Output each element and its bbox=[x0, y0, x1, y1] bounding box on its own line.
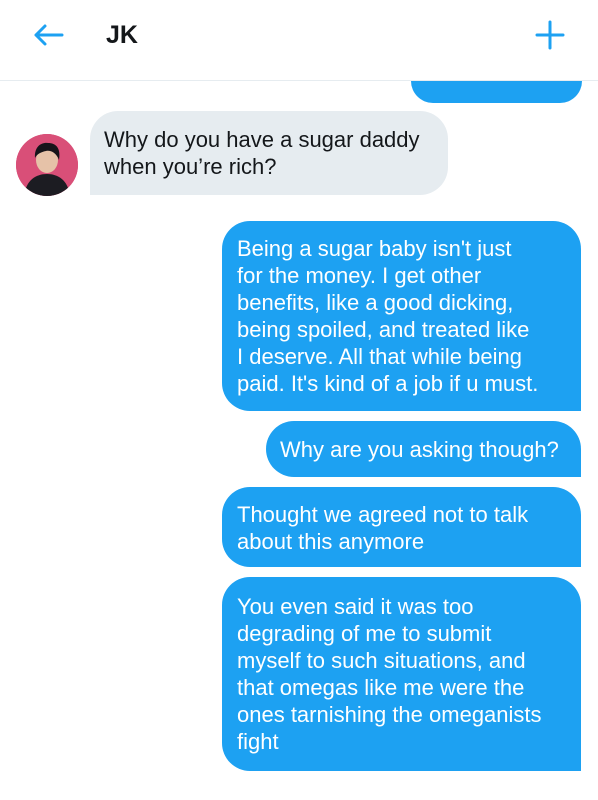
conversation-header: JK bbox=[0, 0, 598, 81]
conversation-title[interactable]: JK bbox=[106, 18, 138, 52]
avatar[interactable] bbox=[16, 134, 78, 196]
previous-sent-message-bubble[interactable] bbox=[411, 81, 582, 103]
add-button[interactable] bbox=[530, 16, 570, 54]
arrow-left-icon bbox=[34, 24, 64, 46]
message-sent[interactable]: You even said it was too degrading of me… bbox=[222, 577, 581, 771]
avatar-photo bbox=[16, 134, 78, 196]
message-sent[interactable]: Why are you asking though? bbox=[266, 421, 581, 477]
dm-conversation-screen: JK Why do you have a sugar daddy when yo… bbox=[0, 0, 598, 800]
message-sent[interactable]: Being a sugar baby isn't just for the mo… bbox=[222, 221, 581, 411]
message-received[interactable]: Why do you have a sugar daddy when you’r… bbox=[90, 111, 448, 195]
plus-icon bbox=[535, 20, 565, 50]
message-sent[interactable]: Thought we agreed not to talk about this… bbox=[222, 487, 581, 567]
back-button[interactable] bbox=[28, 18, 68, 52]
